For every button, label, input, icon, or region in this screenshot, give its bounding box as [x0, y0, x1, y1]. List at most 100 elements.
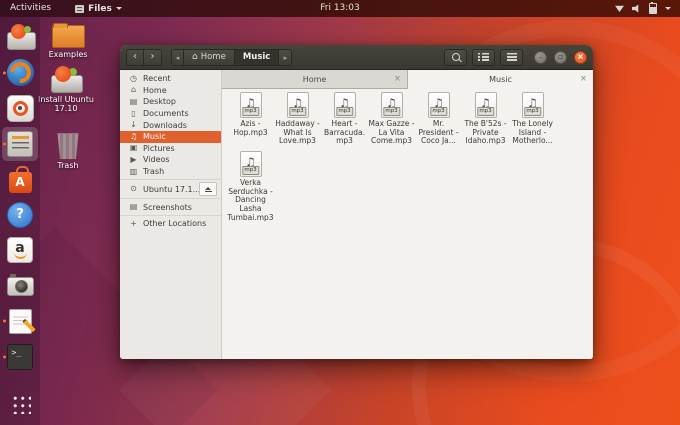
sidebar-item-documents[interactable]: ▯ Documents	[120, 108, 221, 120]
file-name-label: Heart - Barracuda.mp3	[324, 119, 365, 146]
help-icon-glyph: ?	[16, 207, 24, 222]
desktop-icon-label: Install Ubuntu 17.10	[38, 95, 94, 113]
dock-item-install-ubuntu[interactable]	[2, 20, 38, 54]
file-type-badge: mp3	[382, 107, 401, 116]
document-icon: ▯	[131, 108, 136, 118]
path-segment-music[interactable]: Music	[234, 48, 280, 66]
window-titlebar[interactable]: ‹ › ◂ ⌂ Home Music ▸	[120, 45, 593, 70]
file-name-label: The Lonely Island - Motherlo...	[512, 119, 553, 146]
tab-close-icon[interactable]: ×	[394, 75, 401, 84]
dock-item-show-apps[interactable]	[2, 387, 38, 421]
window-controls	[534, 50, 587, 64]
tab-close-icon[interactable]: ×	[580, 75, 587, 84]
sidebar-item-videos[interactable]: ▶ Videos	[120, 154, 221, 166]
back-button[interactable]: ‹	[126, 48, 144, 66]
dock-item-text-editor[interactable]	[2, 304, 38, 338]
file-item[interactable]: ♫ mp3 Max Gazze - La Vita Come.mp3	[368, 92, 415, 146]
app-grid-icon-glyph	[9, 393, 31, 414]
folder-icon	[51, 22, 85, 48]
installer-disk-icon	[6, 23, 36, 52]
sidebar-item-label: Trash	[143, 167, 165, 177]
tab-home[interactable]: Home ×	[222, 70, 408, 89]
path-segment-home[interactable]: ⌂ Home	[184, 48, 235, 66]
sidebar-item-trash[interactable]: ▥ Trash	[120, 166, 221, 178]
file-grid[interactable]: ♫ mp3 Azis - Hop.mp3 ♫ mp3 Haddaway - What Is…	[222, 89, 593, 359]
dock-item-rhythmbox[interactable]	[2, 91, 38, 125]
eject-button[interactable]	[199, 182, 217, 197]
sidebar-item-recent[interactable]: ◷ Recent	[120, 73, 221, 85]
sidebar-item-downloads[interactable]: ↓ Downloads	[120, 119, 221, 131]
file-item[interactable]: ♫ mp3 Verka Serduchka - Dancing Lasha Tumb…	[227, 151, 274, 222]
file-item[interactable]: ♫ mp3 Azis - Hop.mp3	[227, 92, 274, 146]
file-item[interactable]: ♫ mp3 The B'52s - Private Idaho.mp3	[462, 92, 509, 146]
files-window: ‹ › ◂⌂HomeMusic▸ Home×Music×	[120, 45, 593, 359]
dock-item-files[interactable]	[2, 126, 38, 161]
file-item[interactable]: ♫ mp3 The Lonely Island - Motherlo...	[509, 92, 556, 146]
dock-item-camera[interactable]	[2, 269, 38, 303]
search-icon	[452, 52, 460, 61]
folder-icon: ▤	[129, 96, 138, 106]
nav-buttons: ‹ ›	[126, 48, 162, 66]
view-toggle-button[interactable]	[472, 48, 495, 66]
sidebar-item-music[interactable]: ♫ Music	[120, 130, 221, 143]
mp3-file-icon: ♫ mp3	[427, 92, 450, 118]
sidebar-separator	[120, 198, 221, 200]
file-type-badge: mp3	[241, 166, 260, 176]
terminal-icon: >_	[6, 342, 35, 371]
file-type-badge: mp3	[241, 107, 260, 116]
sidebar-item-label: Ubuntu 17.1...	[143, 184, 201, 194]
sidebar-item-screenshots[interactable]: ▤ Screenshots	[120, 201, 221, 213]
dock: A? a >_	[0, 17, 40, 425]
tab-label: Music	[489, 74, 512, 84]
desktop-icon-install-ubuntu-17-10[interactable]: Install Ubuntu 17.10	[38, 66, 94, 114]
search-button[interactable]	[444, 48, 467, 66]
file-item[interactable]: ♫ mp3 Heart - Barracuda.mp3	[321, 92, 368, 146]
sidebar-item-label: Documents	[143, 109, 189, 119]
desktop-icon-examples[interactable]: Examples	[40, 21, 96, 60]
sidebar-item-other-locations[interactable]: + Other Locations	[120, 218, 221, 230]
menu-button[interactable]	[500, 48, 523, 66]
sidebar-item-desktop[interactable]: ▤ Desktop	[120, 96, 221, 108]
mp3-file-icon: ♫ mp3	[521, 92, 544, 118]
tab-music[interactable]: Music ×	[408, 70, 593, 89]
music-note-icon: ♫	[129, 131, 138, 141]
sidebar-item-pictures[interactable]: ▣ Pictures	[120, 143, 221, 155]
sidebar-item-home[interactable]: ⌂ Home	[120, 85, 221, 97]
hamburger-menu-icon	[506, 53, 517, 61]
file-type-badge: mp3	[429, 107, 448, 116]
clock[interactable]: Fri 13:03	[320, 0, 360, 17]
eject-icon	[205, 186, 211, 190]
tab-bar: Home × Music ×	[222, 70, 593, 89]
eject-icon	[204, 190, 212, 193]
home-icon: ⌂	[130, 85, 137, 95]
mp3-file-icon: ♫ mp3	[333, 92, 356, 118]
terminal-icon-glyph: >_	[11, 348, 22, 357]
sidebar-item-label: Other Locations	[143, 219, 207, 229]
file-name-label: Azis - Hop.mp3	[233, 119, 268, 137]
path-scroll-right-icon[interactable]: ▸	[279, 48, 293, 66]
minimize-button[interactable]	[534, 50, 547, 64]
file-item[interactable]: ♫ mp3 Haddaway - What Is Love.mp3	[274, 92, 321, 146]
camera-app-icon	[6, 271, 35, 300]
sidebar-item-ubuntu-17-1-[interactable]: ⊙ Ubuntu 17.1...	[120, 182, 221, 197]
sidebar-item-label: Recent	[143, 74, 171, 84]
dock-item-ubuntu-software[interactable]: A	[2, 162, 38, 196]
software-store-icon-glyph: A	[15, 174, 25, 189]
app-menu[interactable]: Files	[75, 4, 122, 14]
desktop-icon-trash[interactable]: Trash	[40, 131, 96, 171]
dock-item-firefox[interactable]	[2, 56, 38, 90]
close-button[interactable]	[574, 50, 587, 64]
dock-item-terminal[interactable]: >_	[2, 340, 38, 374]
path-scroll-left-icon[interactable]: ◂	[171, 48, 184, 66]
dock-item-help[interactable]: ?	[2, 198, 38, 232]
path-segment-label: Music	[242, 52, 271, 62]
rhythmbox-icon-glyph	[18, 106, 22, 110]
file-item[interactable]: ♫ mp3 Mr. President - Coco Ja...	[415, 92, 462, 146]
system-status-area[interactable]	[615, 1, 680, 14]
activities-button[interactable]: Activities	[0, 0, 61, 17]
sidebar: ◷ Recent ⌂ Home ▤ Desktop ▯ Documents ↓ Downloads…	[120, 70, 222, 359]
maximize-button[interactable]	[554, 50, 567, 64]
dock-item-amazon[interactable]: a	[2, 233, 38, 267]
file-type-badge: mp3	[288, 107, 307, 116]
forward-button[interactable]: ›	[144, 48, 162, 66]
